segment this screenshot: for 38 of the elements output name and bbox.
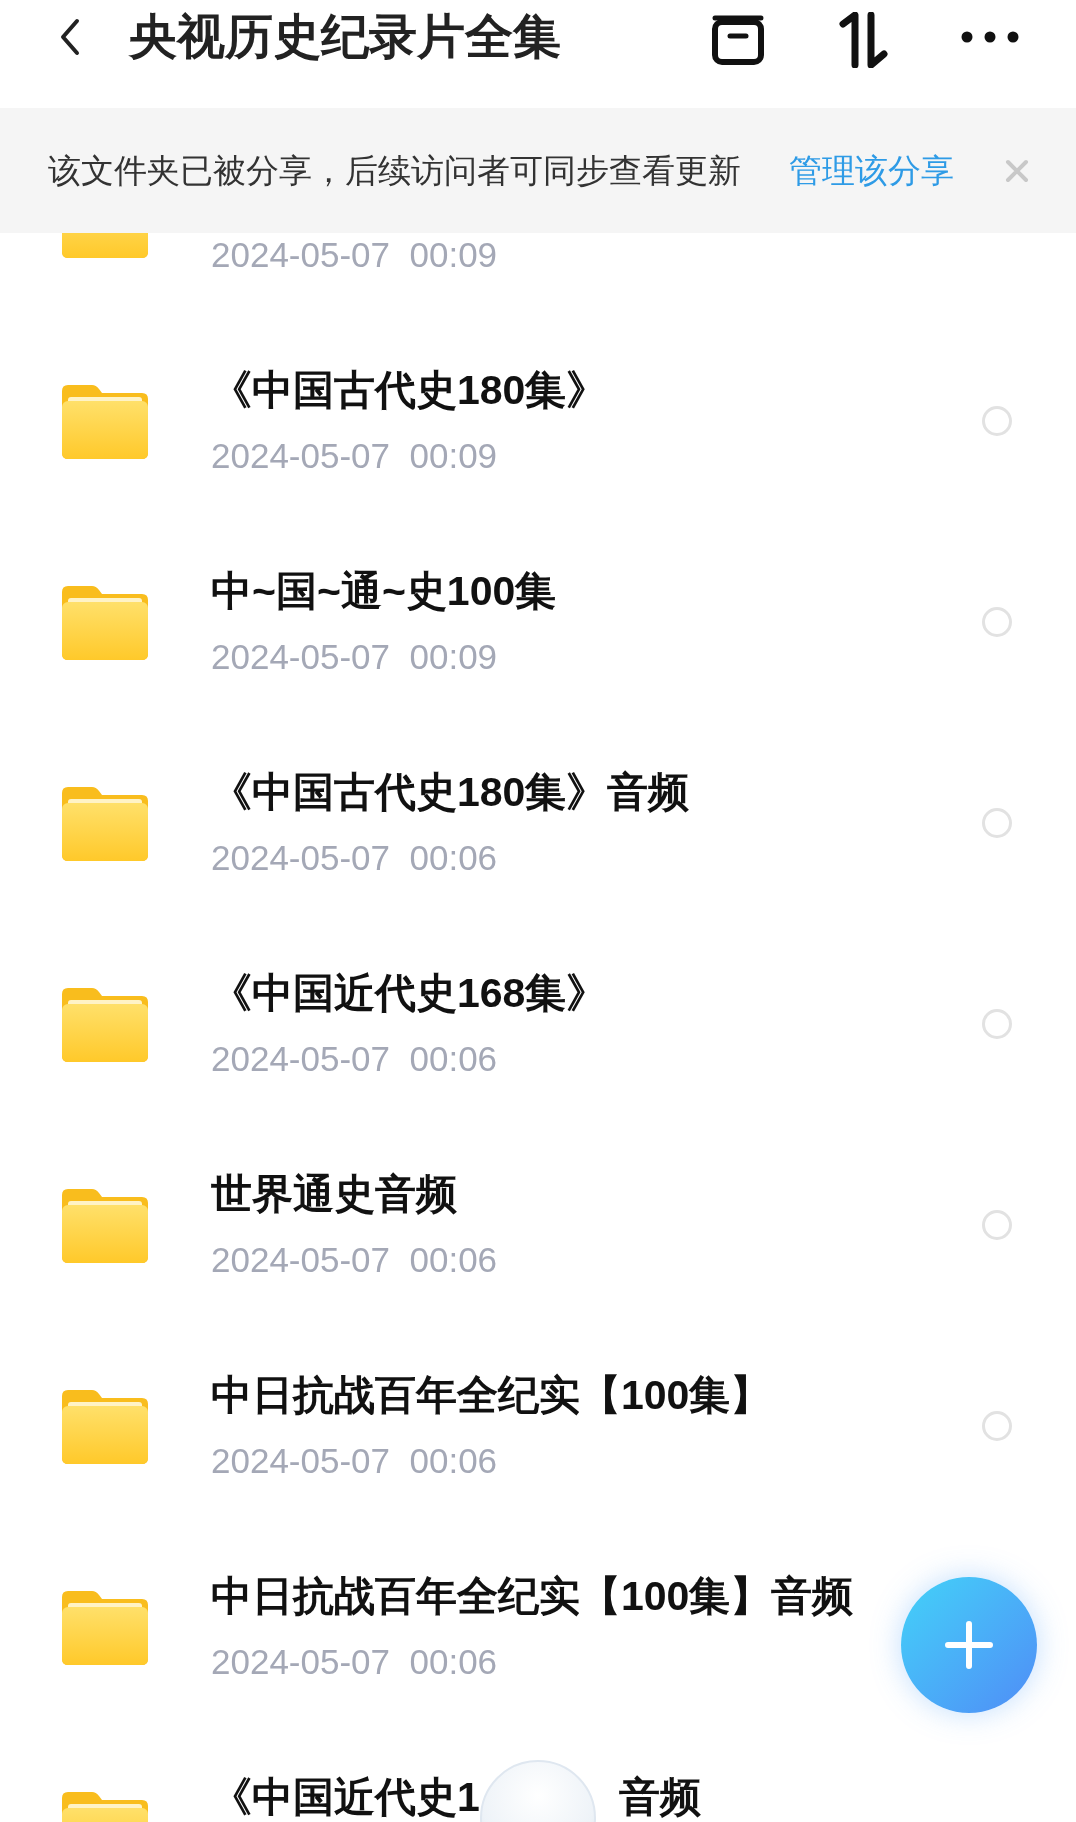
folder-name[interactable]: 《中国古代史180集》 bbox=[211, 365, 608, 414]
folder-name[interactable]: 中~国~通~史100集 bbox=[211, 566, 557, 615]
select-radio[interactable] bbox=[982, 1209, 1012, 1240]
folder-icon bbox=[62, 985, 148, 1062]
select-radio[interactable] bbox=[982, 606, 1012, 637]
folder-name[interactable]: 世界通史音频 bbox=[211, 1169, 498, 1218]
back-icon bbox=[59, 18, 81, 56]
folder-name[interactable]: 《中国古代史180集》音频 bbox=[211, 767, 690, 816]
folder-icon bbox=[62, 583, 148, 660]
more-icon bbox=[961, 31, 1019, 43]
folder-date: 2024-05-07 00:09 bbox=[211, 234, 498, 275]
folder-name[interactable]: 中日抗战百年全纪实【100集】 bbox=[211, 1370, 772, 1419]
select-radio[interactable] bbox=[982, 1410, 1012, 1441]
folder-date: 2024-05-07 00:06 bbox=[211, 837, 499, 878]
page-title: 央视历史纪录片全集 bbox=[129, 13, 561, 61]
folder-date: 2024-05-07 00:09 bbox=[211, 435, 499, 476]
folder-icon bbox=[62, 382, 148, 459]
sort-icon bbox=[839, 12, 889, 68]
folder-icon bbox=[62, 1588, 148, 1665]
folder-name: 《中国近代史1 bbox=[211, 1777, 480, 1818]
folder-icon bbox=[62, 784, 148, 861]
share-message: 该文件夹已被分享，后续访问者可同步查看更新 bbox=[48, 150, 741, 191]
folder-name: 音频 bbox=[619, 1777, 701, 1818]
select-radio[interactable] bbox=[982, 1008, 1012, 1039]
folder-date: 2024-05-07 00:06 bbox=[211, 1440, 499, 1481]
select-radio[interactable] bbox=[982, 807, 1012, 838]
folder-date: 2024-05-07 00:06 bbox=[211, 1239, 498, 1280]
archive-icon bbox=[711, 14, 765, 66]
folder-date: 2024-05-07 00:09 bbox=[211, 636, 499, 677]
select-radio[interactable] bbox=[982, 405, 1012, 436]
close-icon bbox=[1005, 158, 1029, 183]
plus-icon bbox=[945, 1621, 993, 1669]
folder-date: 2024-05-07 00:06 bbox=[211, 1038, 499, 1079]
folder-icon bbox=[62, 1186, 148, 1263]
folder-icon bbox=[62, 1387, 148, 1464]
folder-name[interactable]: 中日抗战百年全纪实【100集】音频 bbox=[211, 1571, 854, 1620]
folder-date: 2024-05-07 00:06 bbox=[211, 1641, 499, 1682]
folder-name[interactable]: 《中国近代史168集》 bbox=[211, 968, 608, 1017]
